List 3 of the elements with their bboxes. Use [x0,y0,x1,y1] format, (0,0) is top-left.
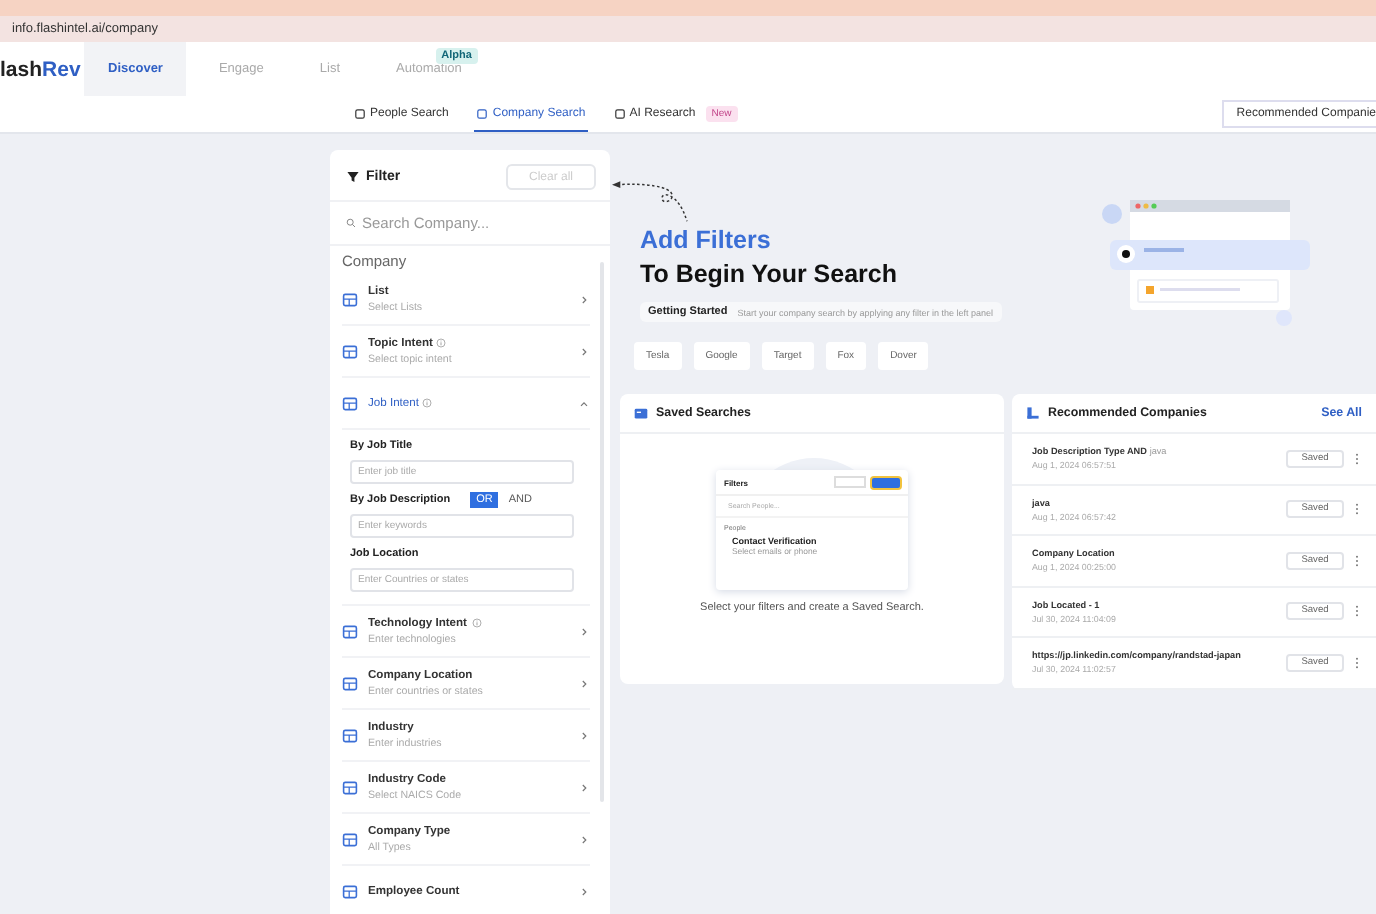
hero-subtitle: To Begin Your Search [640,260,899,288]
hero-title: Add Filters [640,226,773,254]
logo-text: lashRev [0,55,80,85]
